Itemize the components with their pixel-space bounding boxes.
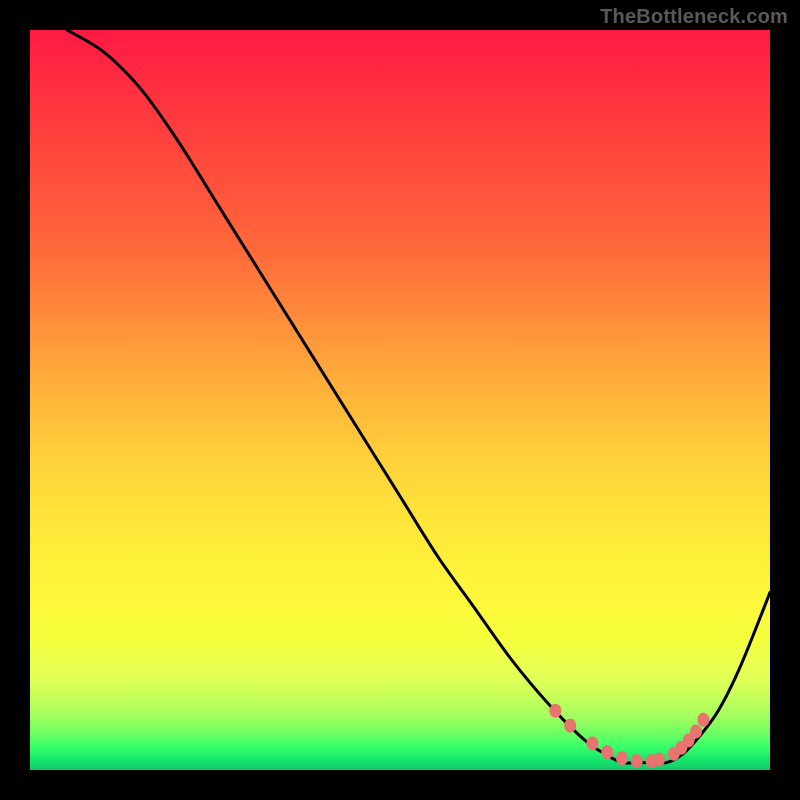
optimum-dot <box>616 751 628 765</box>
optimum-dot <box>697 713 709 727</box>
plot-area <box>30 30 770 770</box>
optimum-dots <box>549 704 709 768</box>
optimum-dot <box>653 753 665 767</box>
chart-frame: TheBottleneck.com <box>0 0 800 800</box>
curve-layer <box>30 30 770 770</box>
optimum-dot <box>601 745 613 759</box>
optimum-dot <box>690 725 702 739</box>
bottleneck-curve <box>67 30 770 763</box>
optimum-dot <box>631 754 643 768</box>
optimum-dot <box>549 704 561 718</box>
watermark-text: TheBottleneck.com <box>600 6 788 29</box>
optimum-dot <box>586 736 598 750</box>
optimum-dot <box>564 719 576 733</box>
